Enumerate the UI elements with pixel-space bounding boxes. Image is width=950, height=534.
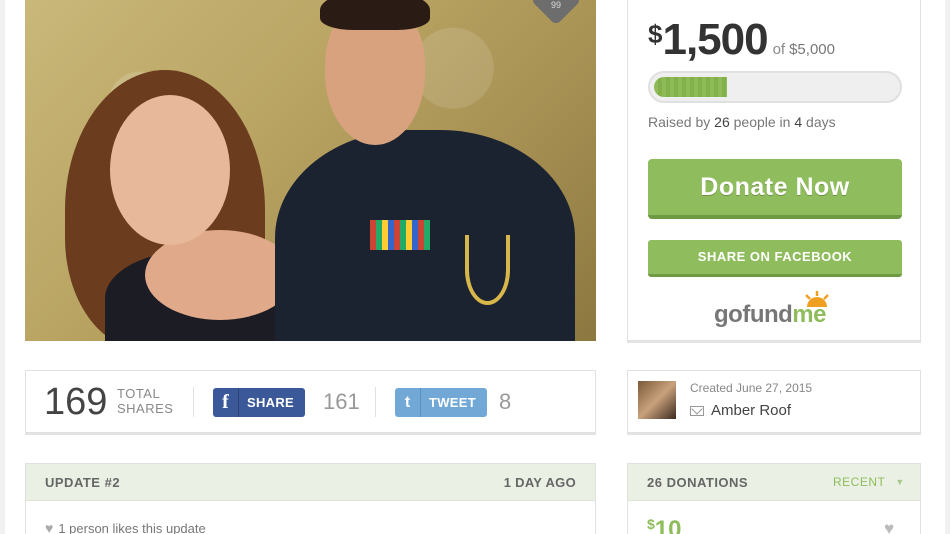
raised-amount: 1,500 bbox=[662, 15, 768, 64]
progress-fill bbox=[654, 77, 727, 97]
photo-figure bbox=[465, 235, 510, 305]
facebook-share-count: 161 bbox=[323, 389, 360, 414]
campaign-photo[interactable]: 99 bbox=[25, 0, 596, 341]
heart-badge-count: 99 bbox=[550, 0, 561, 10]
days-label: days bbox=[806, 114, 836, 130]
donations-header: 26 DONATIONS RECENT ▼ bbox=[628, 464, 920, 501]
people-in-label: people in bbox=[733, 114, 791, 130]
total-shares-label: TOTAL SHARES bbox=[117, 386, 173, 416]
day-count: 4 bbox=[794, 114, 803, 130]
chevron-down-icon: ▼ bbox=[895, 477, 905, 487]
photo-figure bbox=[110, 95, 230, 245]
tweet-count: 8 bbox=[499, 389, 512, 414]
donor-count: 26 bbox=[714, 114, 730, 130]
donation-value: 10 bbox=[654, 516, 682, 534]
sort-label: RECENT bbox=[833, 475, 886, 489]
progress-bar bbox=[648, 71, 902, 103]
tweet-button[interactable]: t TWEET bbox=[395, 388, 487, 417]
creator-name: Amber Roof bbox=[711, 402, 792, 419]
donation-summary-card: $ 1,500 of $5,000 Raised by 26 people in… bbox=[627, 0, 921, 341]
creator-card: Created June 27, 2015 Amber Roof bbox=[627, 370, 921, 433]
currency-symbol: $ bbox=[648, 19, 663, 49]
share-on-facebook-button[interactable]: SHARE ON FACEBOOK bbox=[648, 240, 902, 277]
avatar[interactable] bbox=[638, 381, 676, 419]
goal-amount: $5,000 bbox=[789, 41, 835, 58]
twitter-icon: t bbox=[395, 388, 421, 417]
contact-creator-link[interactable]: Amber Roof bbox=[690, 402, 791, 419]
donations-card: 26 DONATIONS RECENT ▼ $10 ♥ bbox=[627, 463, 921, 534]
amount-raised: $ 1,500 of $5,000 bbox=[648, 15, 835, 65]
mail-icon bbox=[690, 405, 704, 416]
photo-figure bbox=[320, 0, 430, 30]
heart-icon[interactable]: ♥ bbox=[884, 519, 894, 534]
update-header: UPDATE #2 1 DAY AGO bbox=[26, 464, 595, 501]
gofundme-logo[interactable]: gofundme bbox=[714, 291, 844, 333]
facebook-share-label: SHARE bbox=[247, 395, 295, 410]
raised-by-text: Raised by 26 people in 4 days bbox=[648, 114, 836, 130]
sort-dropdown[interactable]: RECENT ▼ bbox=[833, 475, 905, 489]
donations-count: 26 DONATIONS bbox=[647, 475, 749, 490]
facebook-share-button[interactable]: f SHARE bbox=[213, 388, 305, 417]
facebook-icon: f bbox=[213, 388, 239, 417]
donation-currency: $ bbox=[647, 516, 655, 532]
divider bbox=[375, 387, 376, 417]
likes-text: 1 person likes this update bbox=[58, 520, 206, 534]
donate-now-button[interactable]: Donate Now bbox=[648, 159, 902, 219]
total-label: TOTAL bbox=[117, 386, 161, 401]
created-date: Created June 27, 2015 bbox=[690, 381, 813, 395]
of-label: of bbox=[772, 41, 786, 58]
logo-text-me: me bbox=[792, 301, 826, 328]
shares-label: SHARES bbox=[117, 401, 174, 416]
heart-icon: ♥ bbox=[45, 520, 54, 534]
tweet-label: TWEET bbox=[429, 395, 476, 410]
logo-text-gofund: gofund bbox=[714, 301, 793, 328]
update-likes[interactable]: ♥ 1 person likes this update bbox=[45, 520, 206, 534]
update-time: 1 DAY AGO bbox=[503, 475, 576, 490]
update-card: UPDATE #2 1 DAY AGO ♥ 1 person likes thi… bbox=[25, 463, 596, 534]
shares-bar: 169 TOTAL SHARES f SHARE 161 t TWEET 8 bbox=[25, 370, 596, 433]
total-shares-count: 169 bbox=[44, 381, 108, 423]
divider bbox=[193, 387, 194, 417]
donation-amount: $10 bbox=[647, 516, 682, 534]
photo-figure bbox=[370, 220, 430, 250]
raised-by-prefix: Raised by bbox=[648, 114, 711, 130]
logo-text: gofundme bbox=[714, 301, 826, 329]
update-title: UPDATE #2 bbox=[45, 475, 121, 490]
